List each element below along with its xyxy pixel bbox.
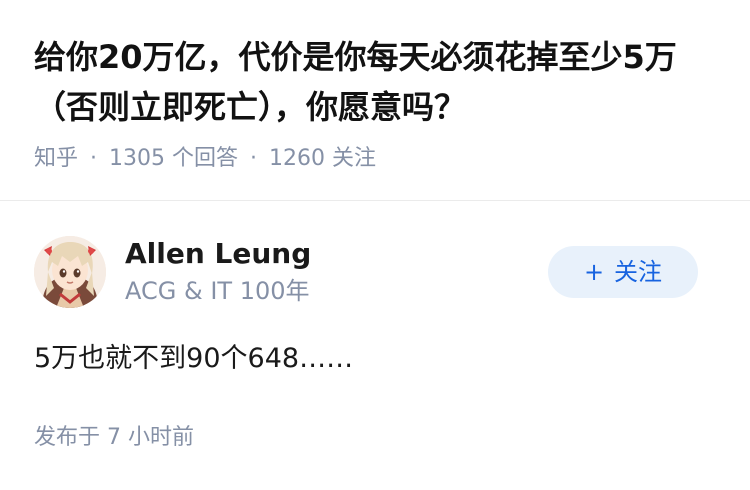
author-row: Allen Leung ACG & IT 100年 + 关注	[34, 236, 716, 308]
question-meta: 知乎 · 1305 个回答 · 1260 关注	[34, 144, 716, 174]
plus-icon: +	[583, 258, 605, 286]
question-title[interactable]: 给你20万亿，代价是你每天必须花掉至少5万（否则立即死亡），你愿意吗？	[34, 32, 716, 132]
answer-card: Allen Leung ACG & IT 100年 + 关注 5万也就不到90个6…	[0, 201, 750, 490]
author-name[interactable]: Allen Leung	[125, 236, 311, 272]
author-bio: ACG & IT 100年	[125, 277, 310, 305]
question-header: 给你20万亿，代价是你每天必须花掉至少5万（否则立即死亡），你愿意吗？ 知乎 · 1…	[0, 0, 750, 174]
avatar-illustration	[34, 236, 106, 308]
answer-content[interactable]: 5万也就不到90个648……	[34, 341, 353, 377]
follow-button[interactable]: + 关注	[548, 246, 698, 298]
follow-button-label: 关注	[614, 258, 663, 286]
anime-girl-avatar-icon[interactable]	[34, 236, 106, 308]
zhihu-answer-page: 给你20万亿，代价是你每天必须花掉至少5万（否则立即死亡），你愿意吗？ 知乎 · 1…	[0, 0, 750, 490]
publish-time: 发布于 7 小时前	[34, 425, 194, 450]
follower-count: 1260 关注	[269, 146, 376, 171]
source-label[interactable]: 知乎	[34, 146, 78, 171]
meta-separator: ·	[250, 146, 257, 171]
meta-separator: ·	[90, 146, 98, 171]
answer-count[interactable]: 1305 个回答	[109, 146, 238, 171]
